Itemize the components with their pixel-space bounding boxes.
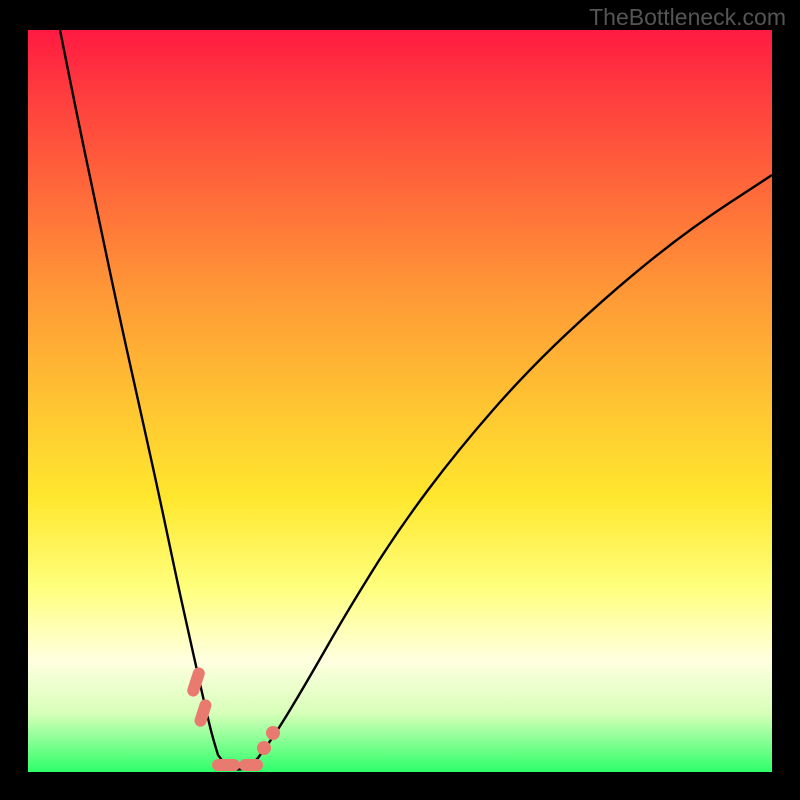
watermark-text: TheBottleneck.com (589, 4, 786, 31)
curve-marker (257, 741, 271, 755)
curve-svg (28, 30, 772, 772)
plot-area (28, 30, 772, 772)
curve-marker (212, 759, 240, 771)
v-curve (60, 30, 772, 770)
curve-marker (239, 759, 263, 771)
curve-marker (266, 726, 280, 740)
chart-frame: TheBottleneck.com (0, 0, 800, 800)
